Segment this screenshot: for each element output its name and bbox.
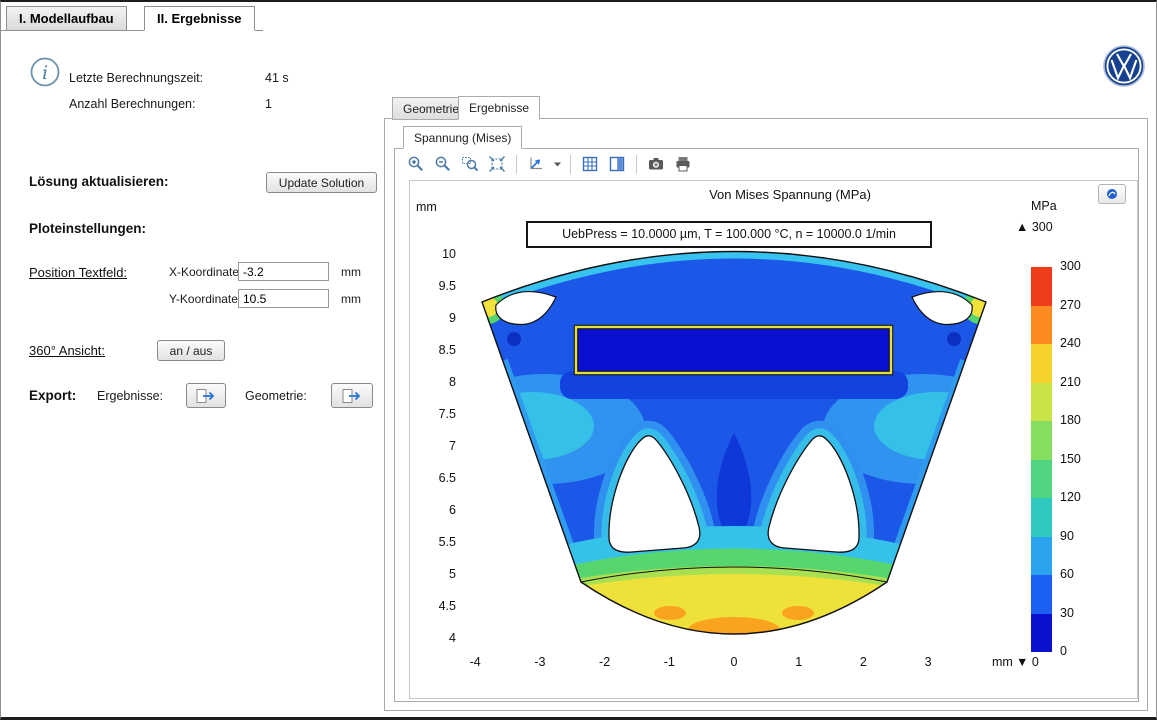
stat-value: 1	[265, 97, 272, 111]
textfield-position-label: Position Textfeld:	[29, 265, 127, 280]
view-360-toggle-button[interactable]: an / aus	[157, 340, 225, 361]
export-icon	[195, 388, 217, 404]
svg-text:i: i	[42, 62, 48, 84]
x-unit-label: mm	[341, 265, 361, 279]
export-icon	[341, 388, 363, 404]
colorbar	[1031, 267, 1052, 652]
y-coordinate-label: Y-Koordinate:	[169, 292, 241, 306]
stat-label: Letzte Berechnungszeit:	[69, 71, 203, 85]
x-coordinate-label: X-Koordinate:	[169, 265, 242, 279]
colorbar-cell	[1031, 498, 1052, 537]
y-tick-label: 10	[416, 247, 456, 261]
y-tick-label: 6	[416, 503, 456, 517]
colorbar-tick-label: 30	[1060, 606, 1074, 620]
x-tick-label: 3	[911, 655, 945, 669]
colorbar-tick-label: 270	[1060, 298, 1081, 312]
y-tick-label: 5	[416, 567, 456, 581]
y-tick-label: 5.5	[416, 535, 456, 549]
export-geometry-label: Geometrie:	[245, 389, 307, 403]
update-solution-label: Lösung aktualisieren:	[29, 174, 169, 189]
zoom-box-icon[interactable]	[459, 153, 481, 175]
y-tick-label: 8	[416, 375, 456, 389]
zoom-out-icon[interactable]	[432, 153, 454, 175]
x-tick-label: -3	[523, 655, 557, 669]
export-heading: Export:	[29, 388, 76, 403]
x-tick-label: -1	[652, 655, 686, 669]
y-coordinate-input[interactable]	[238, 289, 329, 308]
y-tick-label: 7.5	[416, 407, 456, 421]
colorbar-cell	[1031, 575, 1052, 614]
colorbar-tick-label: 90	[1060, 529, 1074, 543]
y-tick-label: 8.5	[416, 343, 456, 357]
graphics-area[interactable]: Von Mises Spannung (MPa) mm mm UebPress …	[409, 180, 1138, 699]
view-orientation-dropdown-icon[interactable]	[552, 153, 562, 175]
toolbar-separator	[516, 155, 517, 174]
y-tick-label: 6.5	[416, 471, 456, 485]
plot-toolbar	[405, 152, 694, 176]
zoom-extents-icon[interactable]	[486, 153, 508, 175]
export-results-button[interactable]	[186, 383, 226, 408]
stat-value: 41 s	[265, 71, 289, 85]
export-results-label: Ergebnisse:	[97, 389, 163, 403]
table-icon[interactable]	[579, 153, 601, 175]
vw-logo-icon	[1103, 45, 1145, 87]
stat-label: Anzahl Berechnungen:	[69, 97, 195, 111]
tab-spannung-mises[interactable]: Spannung (Mises)	[403, 126, 522, 149]
plot-settings-heading: Ploteinstellungen:	[29, 221, 146, 236]
info-icon: i	[29, 56, 61, 88]
colorbar-tick-label: 210	[1060, 375, 1081, 389]
tab-ergebnisse-plot[interactable]: Ergebnisse	[458, 96, 540, 120]
colorbar-tick-label: 120	[1060, 490, 1081, 504]
y-tick-label: 4	[416, 631, 456, 645]
colorbar-cell	[1031, 344, 1052, 383]
colorbar-tick-label: 180	[1060, 413, 1081, 427]
x-tick-label: -4	[458, 655, 492, 669]
colorbar-unit: MPa	[1031, 199, 1057, 213]
colorbar-cell	[1031, 383, 1052, 422]
view-orientation-icon[interactable]	[525, 153, 547, 175]
camera-icon[interactable]	[645, 153, 667, 175]
colorbar-cell	[1031, 460, 1052, 499]
toolbar-separator	[636, 155, 637, 174]
y-tick-label: 4.5	[416, 599, 456, 613]
colorbar-tick-label: 300	[1060, 259, 1081, 273]
y-tick-label: 9	[416, 311, 456, 325]
colorbar-cell	[1031, 537, 1052, 576]
x-tick-label: 2	[846, 655, 880, 669]
stress-contour-plot[interactable]	[410, 181, 1137, 698]
colorbar-cell	[1031, 421, 1052, 460]
y-unit-label: mm	[341, 292, 361, 306]
update-solution-button[interactable]: Update Solution	[266, 172, 377, 193]
colorbar-max-marker: ▲ 300	[1016, 220, 1053, 234]
view-360-label: 360° Ansicht:	[29, 343, 105, 358]
colorbar-cell	[1031, 306, 1052, 345]
toolbar-separator	[570, 155, 571, 174]
x-tick-label: 1	[782, 655, 816, 669]
colorbar-tick-label: 60	[1060, 567, 1074, 581]
colorbar-tick-label: 0	[1060, 644, 1067, 658]
zoom-in-icon[interactable]	[405, 153, 427, 175]
colorbar-cell	[1031, 614, 1052, 653]
colorbar-cell	[1031, 267, 1052, 306]
y-tick-label: 7	[416, 439, 456, 453]
colorbar-tick-label: 240	[1060, 336, 1081, 350]
y-tick-label: 9.5	[416, 279, 456, 293]
colorbar-tick-label: 150	[1060, 452, 1081, 466]
colorbar-min-marker: ▼ 0	[1016, 655, 1039, 669]
x-coordinate-input[interactable]	[238, 262, 329, 281]
x-tick-label: -2	[588, 655, 622, 669]
x-tick-label: 0	[717, 655, 751, 669]
tab-modellaufbau[interactable]: I. Modellaufbau	[6, 6, 127, 31]
print-icon[interactable]	[672, 153, 694, 175]
tab-ergebnisse[interactable]: II. Ergebnisse	[144, 6, 255, 31]
app-window: I. Modellaufbau II. Ergebnisse i Letzte …	[0, 0, 1157, 720]
image-icon[interactable]	[606, 153, 628, 175]
export-geometry-button[interactable]	[331, 383, 373, 408]
